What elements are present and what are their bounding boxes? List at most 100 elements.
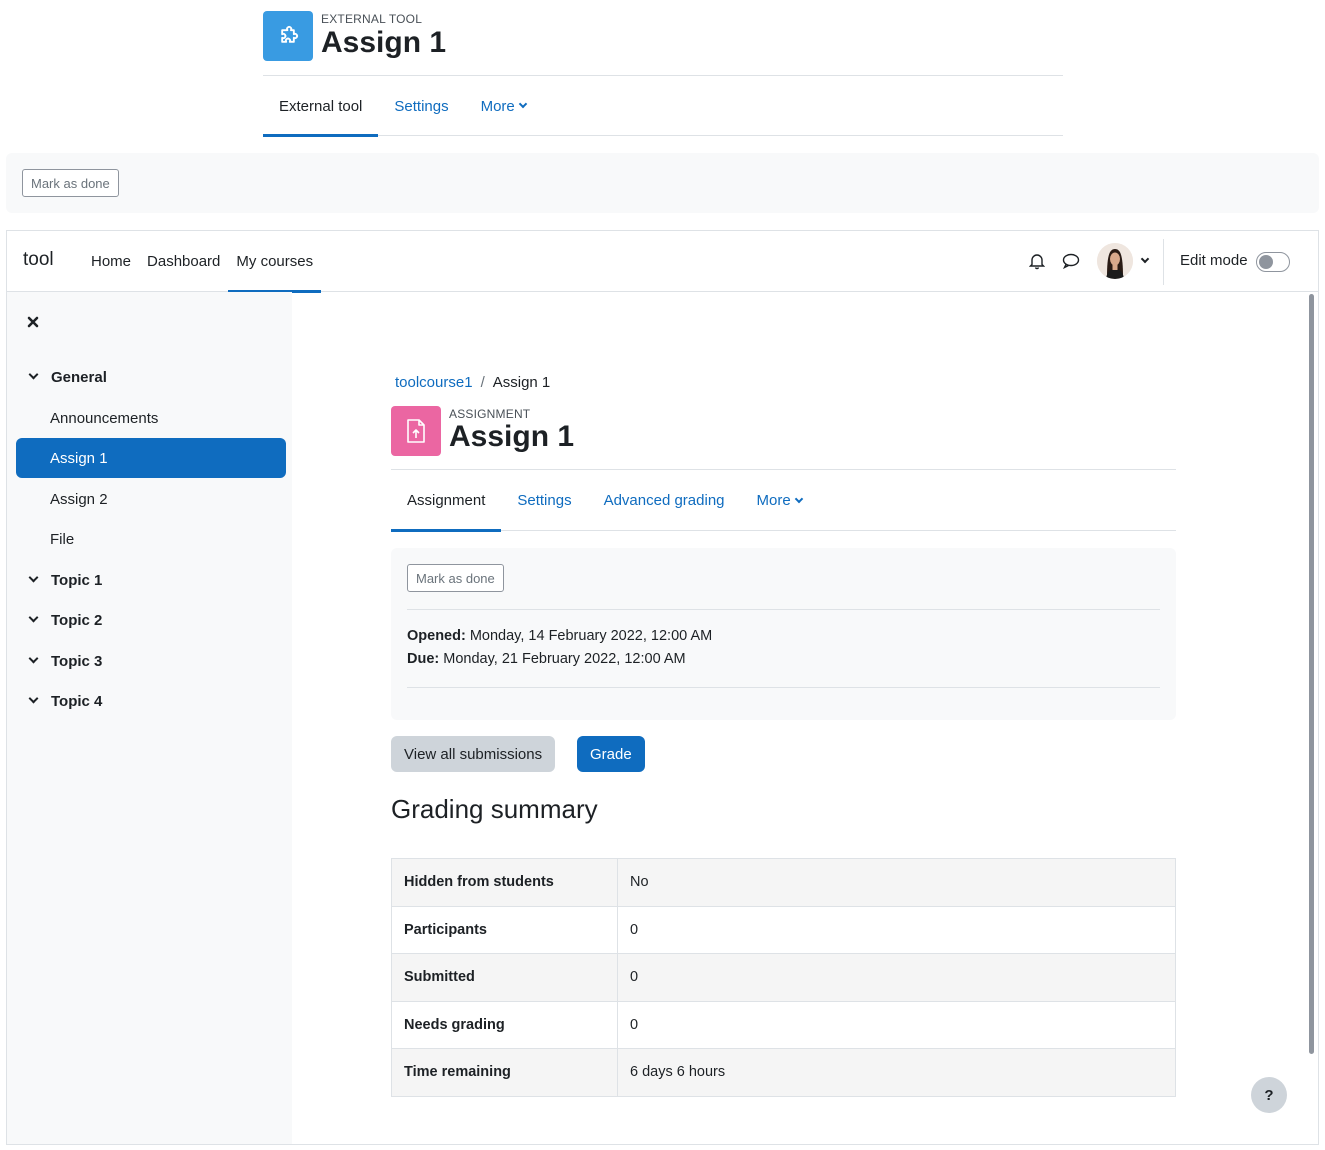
- chevron-down-icon: [28, 653, 39, 664]
- table-row: Hidden from students No: [391, 858, 1176, 907]
- outer-tab-more[interactable]: More: [465, 76, 542, 136]
- table-row: Time remaining 6 days 6 hours: [391, 1048, 1176, 1097]
- chevron-down-icon: [1140, 254, 1150, 264]
- tab-assignment[interactable]: Assignment: [391, 470, 502, 532]
- due-value: Monday, 21 February 2022, 12:00 AM: [443, 651, 686, 667]
- course-item-assign-2[interactable]: Assign 2: [16, 479, 286, 519]
- breadcrumb-separator: /: [480, 374, 485, 391]
- course-item-file[interactable]: File: [16, 519, 286, 559]
- message-icon[interactable]: [1061, 250, 1081, 272]
- close-icon[interactable]: [25, 312, 41, 332]
- row-value: 0: [617, 1000, 1176, 1049]
- row-label: Time remaining: [391, 1048, 618, 1097]
- bell-icon[interactable]: [1027, 250, 1047, 272]
- outer-tab-settings[interactable]: Settings: [378, 76, 464, 136]
- grade-button[interactable]: Grade: [577, 736, 645, 772]
- tab-advanced-grading[interactable]: Advanced grading: [588, 470, 741, 531]
- row-value: 0: [617, 953, 1176, 1002]
- course-section-topic-4[interactable]: Topic 4: [16, 681, 286, 721]
- course-section-topic-3[interactable]: Topic 3: [16, 641, 286, 681]
- item-label: Assign 2: [50, 490, 108, 508]
- chevron-down-icon: [28, 693, 39, 704]
- activity-purpose: ASSIGNMENT: [449, 407, 531, 421]
- embedded-frame: tool Home Dashboard My courses Edit mode…: [6, 230, 1319, 1145]
- opened-label: Opened:: [407, 628, 466, 644]
- nav-dashboard[interactable]: Dashboard: [139, 231, 228, 292]
- tab-label: Assignment: [407, 492, 486, 509]
- secondary-navigation: Assignment Settings Advanced grading Mor…: [391, 470, 1176, 532]
- course-item-assign-1[interactable]: Assign 1: [16, 438, 286, 478]
- table-row: Participants 0: [391, 905, 1176, 954]
- row-label: Participants: [391, 905, 618, 954]
- nav-icon-group: [1027, 250, 1081, 272]
- row-value: 6 days 6 hours: [617, 1048, 1176, 1097]
- course-section-topic-1[interactable]: Topic 1: [16, 560, 286, 600]
- row-label: Hidden from students: [391, 858, 618, 907]
- site-brand[interactable]: tool: [23, 249, 54, 271]
- table-row: Needs grading 0: [391, 1000, 1176, 1049]
- chevron-down-icon: [518, 99, 528, 109]
- assignment-icon: [391, 406, 441, 456]
- mark-as-done-button[interactable]: Mark as done: [407, 564, 504, 592]
- tab-label: Settings: [517, 492, 572, 509]
- outer-mark-as-done-button[interactable]: Mark as done: [22, 169, 119, 197]
- edit-mode-toggle[interactable]: [1256, 252, 1290, 272]
- chevron-down-icon: [794, 494, 803, 503]
- chevron-down-icon: [28, 612, 39, 623]
- course-item-announcements[interactable]: Announcements: [16, 398, 286, 438]
- section-label: General: [51, 368, 107, 386]
- page-title: Assign 1: [449, 420, 575, 453]
- row-label: Submitted: [391, 953, 618, 1002]
- tab-settings[interactable]: Settings: [501, 470, 587, 531]
- tab-label: External tool: [279, 97, 363, 115]
- outer-tab-external-tool[interactable]: External tool: [263, 76, 379, 137]
- course-index-drawer: General Announcements Assign 1 Assign 2 …: [7, 292, 292, 1144]
- outer-activity-purpose: EXTERNAL TOOL: [321, 12, 423, 26]
- item-label: Announcements: [50, 409, 159, 427]
- divider: [407, 687, 1160, 688]
- grading-summary-table: Hidden from students No Participants 0 S…: [391, 858, 1176, 1097]
- item-label: File: [50, 530, 75, 548]
- chevron-down-icon: [28, 369, 39, 380]
- outer-page-header: EXTERNAL TOOL Assign 1: [263, 10, 1063, 76]
- breadcrumb-course-link[interactable]: toolcourse1: [395, 374, 473, 391]
- toggle-knob: [1259, 255, 1273, 269]
- row-label: Needs grading: [391, 1000, 618, 1049]
- course-section-topic-2[interactable]: Topic 2: [16, 600, 286, 640]
- item-label: Assign 1: [50, 449, 108, 467]
- section-label: Topic 3: [51, 652, 103, 670]
- row-value: 0: [617, 905, 1176, 954]
- course-section-general[interactable]: General: [16, 357, 286, 397]
- primary-navigation: Home Dashboard My courses: [83, 231, 321, 293]
- user-menu[interactable]: [1097, 243, 1150, 279]
- section-label: Topic 2: [51, 611, 103, 629]
- tab-label: Settings: [394, 97, 449, 115]
- outer-secondary-nav: External tool Settings More: [263, 76, 1063, 137]
- breadcrumb-current: Assign 1: [492, 374, 551, 391]
- opened-date: Opened: Monday, 14 February 2022, 12:00 …: [407, 628, 712, 644]
- page-scrollbar[interactable]: [1309, 294, 1314, 1054]
- chevron-down-icon: [28, 572, 39, 583]
- top-navbar: tool Home Dashboard My courses Edit mode: [7, 231, 1318, 293]
- view-all-submissions-button[interactable]: View all submissions: [391, 736, 556, 772]
- activity-information: Mark as done Opened: Monday, 14 February…: [391, 548, 1176, 720]
- tab-label: Advanced grading: [603, 492, 725, 509]
- due-date: Due: Monday, 21 February 2022, 12:00 AM: [407, 651, 686, 667]
- tab-label: More: [480, 97, 515, 115]
- tab-label: More: [756, 492, 791, 509]
- help-button[interactable]: ?: [1251, 1077, 1287, 1113]
- nav-my-courses[interactable]: My courses: [228, 231, 321, 293]
- divider: [407, 609, 1160, 610]
- row-value: No: [617, 858, 1176, 907]
- outer-page-title: Assign 1: [321, 26, 447, 59]
- edit-mode-label: Edit mode: [1180, 252, 1248, 269]
- tab-more[interactable]: More: [741, 470, 818, 531]
- nav-home[interactable]: Home: [83, 231, 139, 292]
- page-header: ASSIGNMENT Assign 1: [391, 398, 1176, 470]
- puzzle-icon: [263, 11, 313, 61]
- breadcrumb: toolcourse1 / Assign 1: [395, 374, 550, 391]
- section-label: Topic 4: [51, 692, 103, 710]
- due-label: Due:: [407, 651, 440, 667]
- grading-summary-heading: Grading summary: [391, 794, 598, 824]
- section-label: Topic 1: [51, 571, 103, 589]
